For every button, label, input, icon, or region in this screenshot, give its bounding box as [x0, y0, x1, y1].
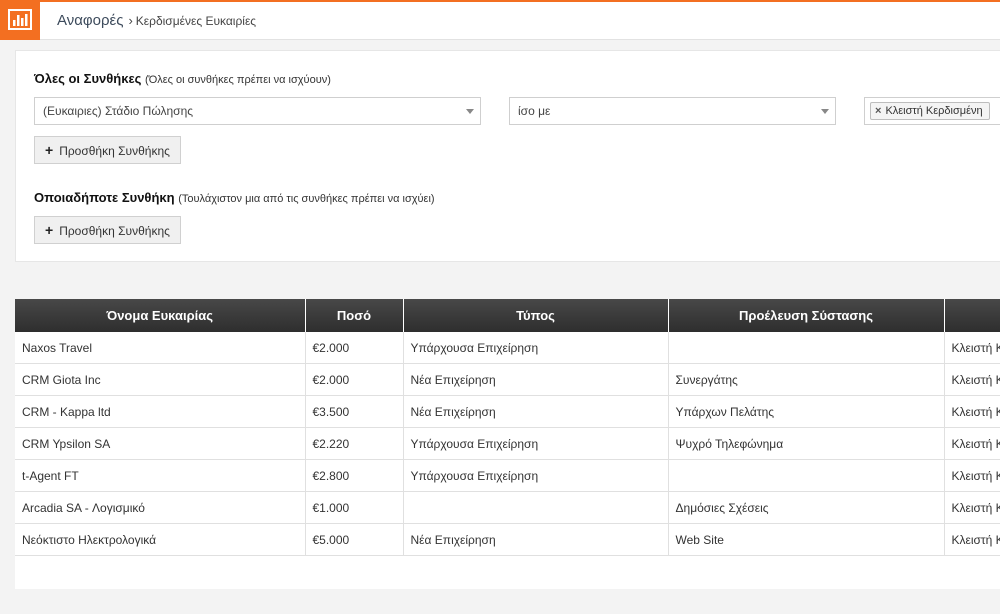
add-any-condition-button[interactable]: + Προσθήκη Συνθήκης	[34, 216, 181, 244]
plus-icon: +	[45, 222, 54, 238]
field-select[interactable]: (Ευκαιριες) Στάδιο Πώλησης	[34, 97, 481, 125]
cell-stage: Κλειστή Κ	[944, 395, 1000, 428]
cell-amount: €2.000	[305, 332, 404, 364]
cell-lead-source	[668, 332, 945, 364]
cell-amount: €3.500	[305, 395, 404, 428]
cell-type: Υπάρχουσα Επιχείρηση	[403, 459, 669, 492]
cell-amount: €2.220	[305, 427, 404, 460]
breadcrumb-section[interactable]: Αναφορές	[57, 12, 123, 29]
bar-chart-icon[interactable]	[0, 0, 40, 40]
cell-lead-source: Δημόσιες Σχέσεις	[668, 491, 945, 524]
cell-lead-source: Συνεργάτης	[668, 363, 945, 396]
cell-amount: €2.800	[305, 459, 404, 492]
page-title: Κερδισμένες Ευκαιρίες	[135, 14, 257, 28]
value-tag-label: Κλειστή Κερδισμένη	[885, 105, 983, 117]
cell-type: Υπάρχουσα Επιχείρηση	[403, 427, 669, 460]
all-conditions-title: Όλες οι Συνθήκες (Όλες οι συνθήκες πρέπε…	[34, 71, 331, 86]
column-header-type[interactable]: Τύπος	[403, 299, 669, 332]
cell-name: CRM - Kappa ltd	[15, 395, 306, 428]
cell-stage: Κλειστή Κ	[944, 363, 1000, 396]
cell-name: CRM Ypsilon SA	[15, 427, 306, 460]
cell-lead-source: Υπάρχων Πελάτης	[668, 395, 945, 428]
cell-lead-source: Ψυχρό Τηλεφώνημα	[668, 427, 945, 460]
cell-amount: €2.000	[305, 363, 404, 396]
chevron-down-icon	[466, 109, 474, 114]
breadcrumb-separator: ›	[128, 13, 133, 28]
table-row[interactable]: CRM - Kappa ltd €3.500 Νέα Επιχείρηση Υπ…	[15, 395, 1000, 428]
add-any-condition-label: Προσθήκη Συνθήκης	[59, 224, 170, 238]
cell-stage: Κλειστή Κ	[944, 459, 1000, 492]
operator-select-value: ίσο με	[518, 104, 551, 118]
close-icon[interactable]: ×	[875, 105, 881, 117]
cell-lead-source	[668, 459, 945, 492]
add-condition-label: Προσθήκη Συνθήκης	[59, 144, 170, 158]
table-row[interactable]: Arcadia SA - Λογισμικό €1.000 Δημόσιες Σ…	[15, 491, 1000, 524]
any-condition-title: Οποιαδήποτε Συνθήκη (Τουλάχιστον μια από…	[34, 190, 435, 205]
table-header-row: Όνομα Ευκαιρίας Ποσό Τύπος Προέλευση Σύσ…	[15, 299, 1000, 332]
filter-panel: Όλες οι Συνθήκες (Όλες οι συνθήκες πρέπε…	[15, 50, 1000, 262]
table-row[interactable]: CRM Ypsilon SA €2.220 Υπάρχουσα Επιχείρη…	[15, 427, 1000, 460]
cell-amount: €5.000	[305, 523, 404, 556]
chevron-down-icon	[821, 109, 829, 114]
value-tag: × Κλειστή Κερδισμένη	[870, 102, 990, 120]
results-table-container: Όνομα Ευκαιρίας Ποσό Τύπος Προέλευση Σύσ…	[15, 299, 1000, 589]
breadcrumb: Αναφορές › Κερδισμένες Ευκαιρίες	[57, 12, 256, 32]
all-conditions-label: Όλες οι Συνθήκες	[34, 71, 142, 86]
any-condition-label: Οποιαδήποτε Συνθήκη	[34, 190, 175, 205]
add-condition-button[interactable]: + Προσθήκη Συνθήκης	[34, 136, 181, 164]
cell-type: Υπάρχουσα Επιχείρηση	[403, 332, 669, 364]
table-row[interactable]: t-Agent FT €2.800 Υπάρχουσα Επιχείρηση Κ…	[15, 459, 1000, 492]
cell-name: Νεόκτιστο Ηλεκτρολογικά	[15, 523, 306, 556]
cell-stage: Κλειστή Κ	[944, 332, 1000, 364]
table-row[interactable]: CRM Giota Inc €2.000 Νέα Επιχείρηση Συνε…	[15, 363, 1000, 396]
cell-name: CRM Giota Inc	[15, 363, 306, 396]
column-header-lead-source[interactable]: Προέλευση Σύστασης	[668, 299, 945, 332]
any-condition-hint: (Τουλάχιστον μια από τις συνθήκες πρέπει…	[178, 193, 435, 205]
column-header-name[interactable]: Όνομα Ευκαιρίας	[15, 299, 306, 332]
cell-amount: €1.000	[305, 491, 404, 524]
table-row[interactable]: Νεόκτιστο Ηλεκτρολογικά €5.000 Νέα Επιχε…	[15, 523, 1000, 556]
cell-name: t-Agent FT	[15, 459, 306, 492]
results-table: Όνομα Ευκαιρίας Ποσό Τύπος Προέλευση Σύσ…	[15, 299, 1000, 556]
cell-type: Νέα Επιχείρηση	[403, 523, 669, 556]
all-conditions-hint: (Όλες οι συνθήκες πρέπει να ισχύουν)	[145, 74, 331, 86]
field-select-value: (Ευκαιριες) Στάδιο Πώλησης	[43, 104, 194, 118]
cell-type: Νέα Επιχείρηση	[403, 363, 669, 396]
plus-icon: +	[45, 142, 54, 158]
table-row[interactable]: Naxos Travel €2.000 Υπάρχουσα Επιχείρηση…	[15, 332, 1000, 364]
cell-name: Arcadia SA - Λογισμικό	[15, 491, 306, 524]
operator-select[interactable]: ίσο με	[509, 97, 836, 125]
top-bar: Αναφορές › Κερδισμένες Ευκαιρίες	[0, 0, 1000, 40]
cell-stage: Κλειστή Κ	[944, 491, 1000, 524]
value-multiselect[interactable]: × Κλειστή Κερδισμένη	[864, 97, 1000, 125]
cell-lead-source: Web Site	[668, 523, 945, 556]
cell-type: Νέα Επιχείρηση	[403, 395, 669, 428]
column-header-stage[interactable]	[944, 299, 1000, 332]
cell-stage: Κλειστή Κ	[944, 427, 1000, 460]
cell-type	[403, 491, 669, 524]
cell-name: Naxos Travel	[15, 332, 306, 364]
cell-stage: Κλειστή Κ	[944, 523, 1000, 556]
column-header-amount[interactable]: Ποσό	[305, 299, 404, 332]
